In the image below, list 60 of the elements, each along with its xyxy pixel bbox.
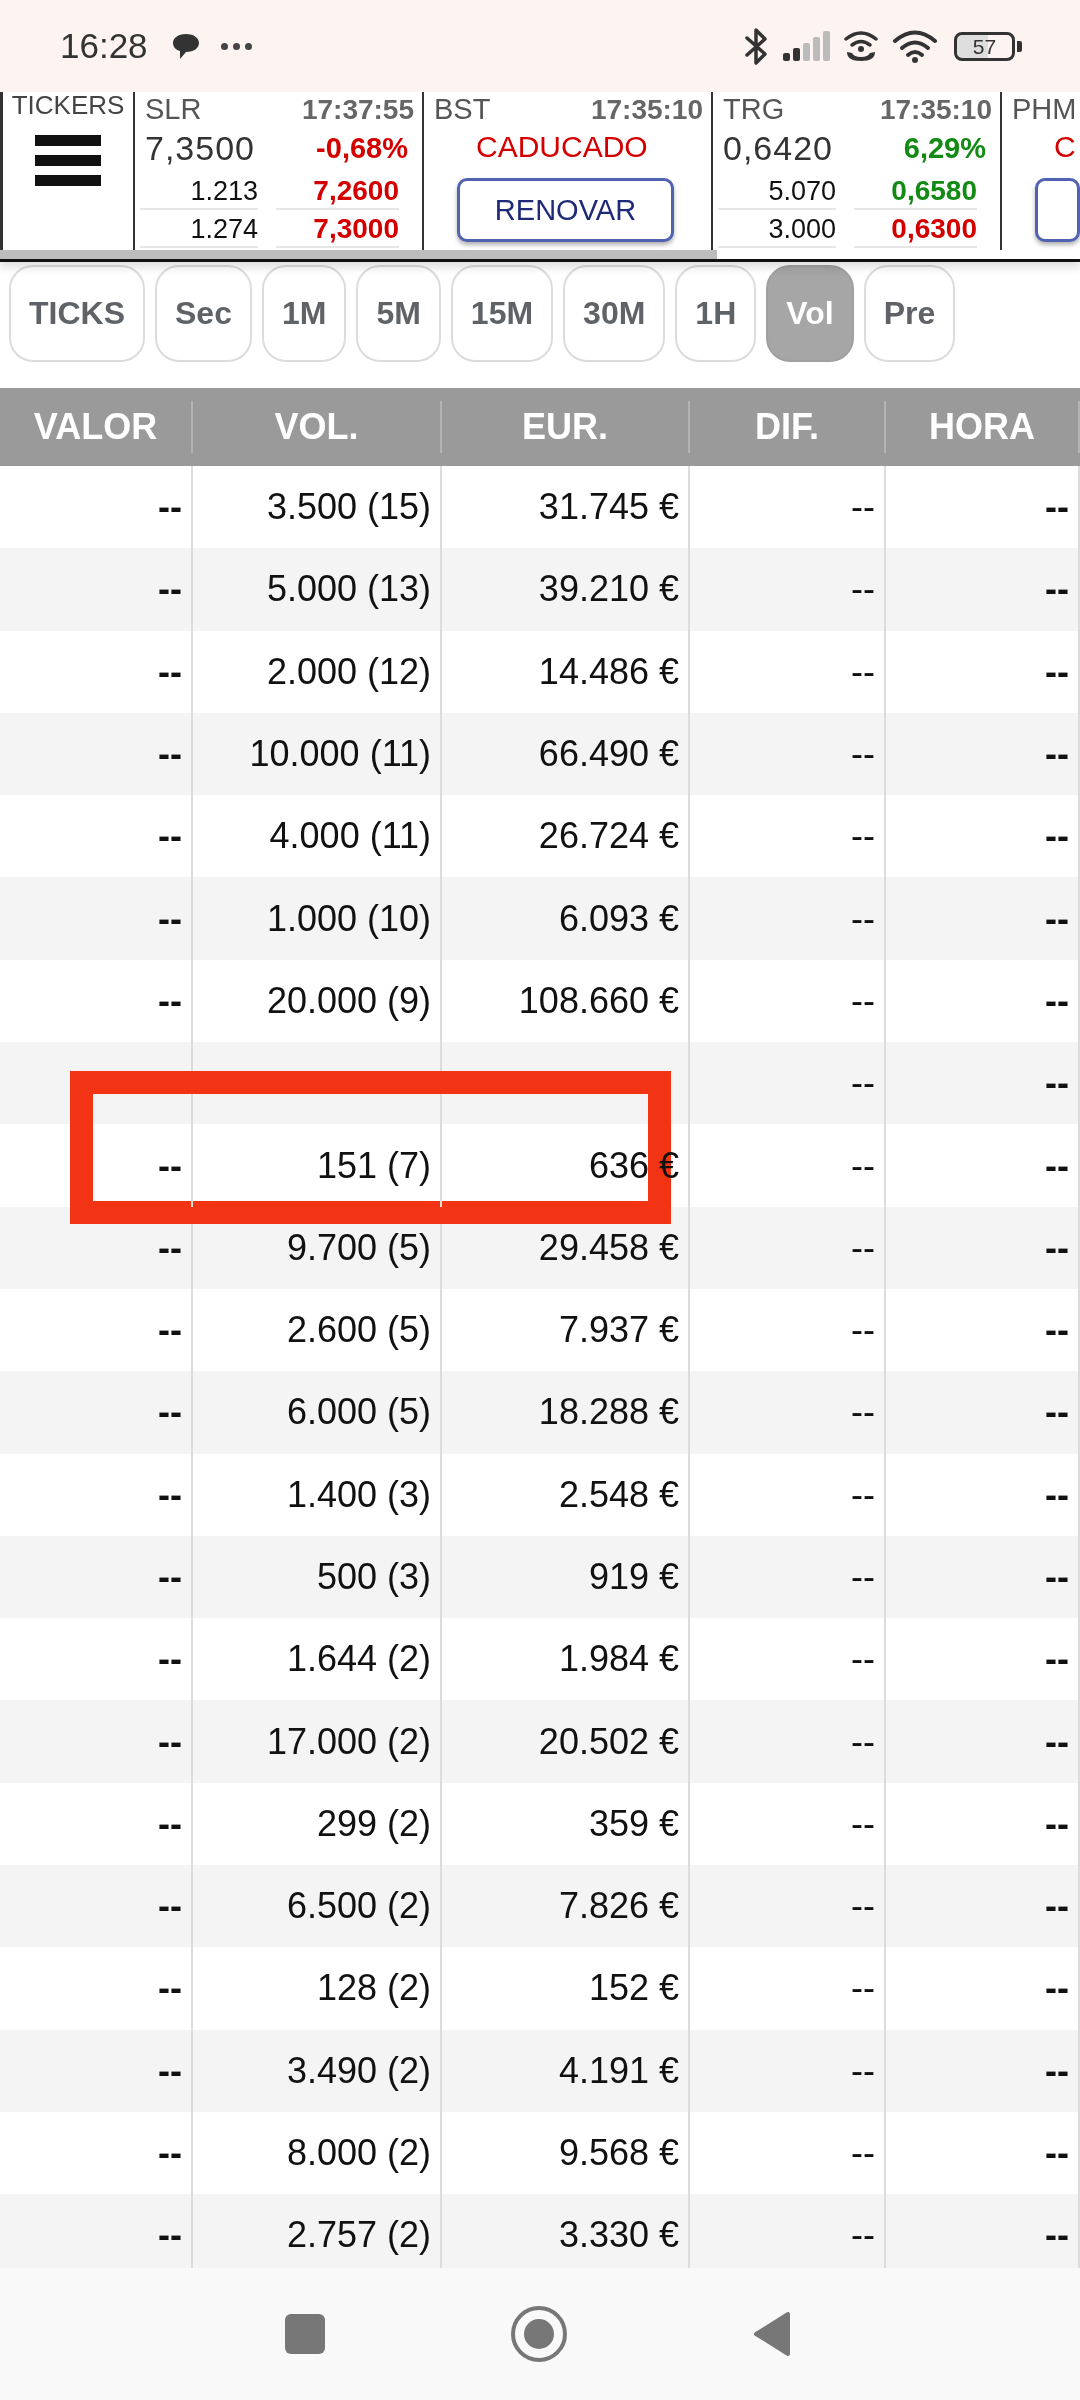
ticker-card[interactable]: PHM C (1002, 92, 1080, 250)
ring-icon (511, 2306, 567, 2362)
timeframe-tab[interactable]: 1M (261, 265, 347, 362)
quote-time: 17:35:10 (590, 93, 703, 127)
back-triangle-icon (753, 2311, 791, 2357)
last-price: 7,3500 (145, 128, 255, 168)
last-price: 0,6420 (723, 128, 833, 168)
order-price: 7,3000 (276, 210, 399, 248)
wifi-icon (892, 29, 938, 63)
ticker-card[interactable]: TRG 17:35:10 0,6420 6,29% 5.070 0,6580 3.000 0,6300 (713, 92, 1002, 250)
bluetooth-icon (744, 26, 769, 66)
table-row[interactable]: -- 10.000 (11) 66.490 € -- -- (0, 712, 1080, 796)
ticker-symbol: PHM (1012, 92, 1077, 126)
timeframe-tab[interactable]: 15M (450, 265, 554, 362)
timeframe-tab[interactable]: 5M (356, 265, 441, 362)
table-row[interactable]: -- 3.490 (2) 4.191 € -- -- (0, 2029, 1080, 2112)
more-dots-icon (220, 42, 252, 50)
order-price: 0,6580 (854, 172, 977, 210)
order-price: 0,6300 (854, 210, 977, 248)
timeframe-tab[interactable]: 1H (675, 265, 757, 362)
expired-status: C (1053, 129, 1077, 165)
table-row[interactable]: -- 6.500 (2) 7.826 € -- -- (0, 1865, 1080, 1948)
ticker-symbol: BST (434, 92, 491, 126)
wifi-call-icon (844, 30, 878, 62)
tickers-label: TICKERS (11, 92, 125, 118)
timeframe-tab[interactable]: Sec (155, 265, 252, 362)
order-price: 7,2600 (276, 172, 399, 210)
order-quantity: 3.000 (718, 210, 836, 248)
status-time: 16:28 (60, 26, 148, 66)
home-button[interactable] (511, 2306, 567, 2362)
order-quantity: 1.274 (140, 210, 258, 248)
table-row[interactable]: -- 1.000 (10) 6.093 € -- -- (0, 877, 1080, 960)
table-row[interactable]: -- 17.000 (2) 20.502 € -- -- (0, 1700, 1080, 1783)
timeframe-tab[interactable]: Pre (863, 265, 956, 362)
price-change: 6,29% (903, 131, 986, 165)
table-row[interactable]: -- 6.000 (5) 18.288 € -- -- (0, 1371, 1080, 1454)
price-change: -0,68% (316, 131, 408, 165)
ticker-symbol: SLR (145, 92, 202, 126)
expired-status: CADUCADO (475, 129, 649, 165)
menu-icon[interactable] (35, 135, 101, 186)
chat-bubble-icon (171, 32, 200, 60)
square-icon (285, 2314, 325, 2354)
battery-indicator: 57 (954, 31, 1022, 61)
table-cell: 151 (7) (193, 1124, 442, 1207)
timeframe-tab[interactable]: TICKS (9, 265, 145, 362)
order-quantity: 5.070 (718, 172, 836, 210)
renew-button[interactable]: RENOVAR (457, 178, 674, 242)
ticker-symbol: TRG (723, 92, 785, 126)
ticker-card[interactable]: BST 17:35:10 CADUCADO RENOVAR (424, 92, 713, 250)
signal-icon (783, 31, 830, 61)
table-row[interactable]: -- 5.000 (13) 39.210 € -- -- (0, 548, 1080, 631)
quote-time: 17:35:10 (879, 93, 992, 127)
order-quantity: 1.213 (140, 172, 258, 210)
table-row[interactable]: -- 500 (3) 919 € -- -- (0, 1535, 1080, 1619)
back-button[interactable] (753, 2311, 791, 2357)
scrollbar[interactable] (0, 250, 717, 259)
timeframe-tab[interactable]: 30M (563, 265, 666, 362)
quote-time: 17:37:55 (301, 93, 414, 127)
renew-button[interactable] (1035, 178, 1080, 242)
table-row[interactable]: -- 2.757 (2) 3.330 € -- -- (0, 2194, 1080, 2268)
